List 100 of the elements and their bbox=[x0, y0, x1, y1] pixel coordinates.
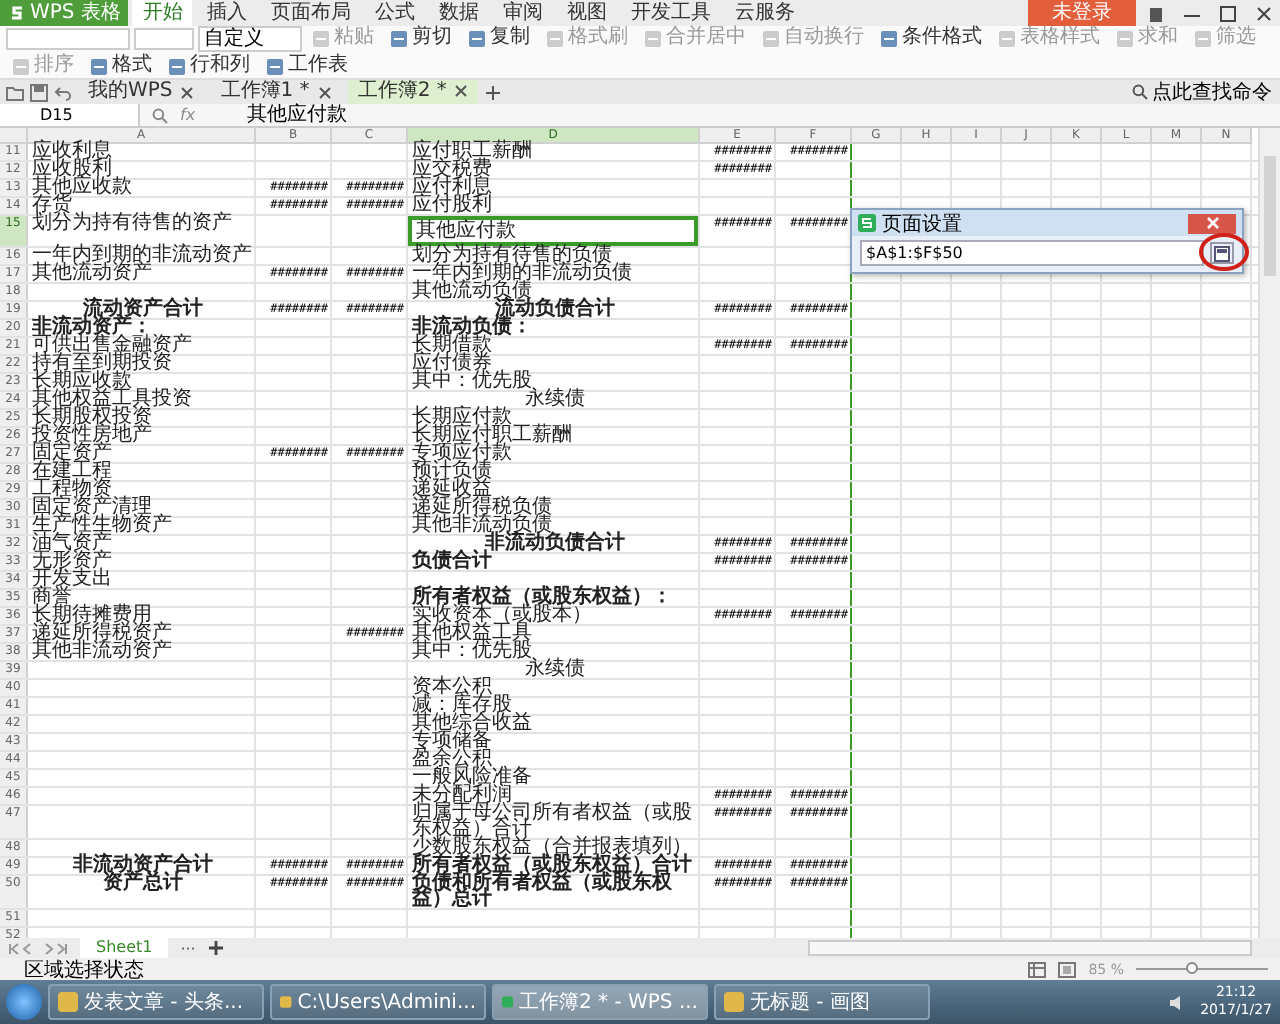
command-search-field[interactable]: 点此查找命令 bbox=[1132, 78, 1280, 106]
table-cell-text: 负债合计 bbox=[410, 554, 492, 570]
table-cell-text: 长期待摊费用 bbox=[30, 608, 153, 624]
name-box[interactable]: D15 bbox=[0, 104, 140, 126]
menu-tab[interactable]: 视图 bbox=[556, 0, 617, 26]
folder-icon[interactable] bbox=[6, 83, 24, 101]
table-cell-text: 其中：优先股 bbox=[410, 374, 532, 390]
table-cell-text: 长期应收款 bbox=[30, 374, 132, 390]
close-icon[interactable] bbox=[454, 84, 469, 98]
add-tab-icon[interactable] bbox=[484, 83, 503, 101]
font-size-field[interactable] bbox=[134, 28, 194, 50]
table-cell-text: 减：库存股 bbox=[410, 698, 512, 714]
table-cell-text: 应付职工薪酬 bbox=[410, 144, 534, 160]
table-cell-text: 其他综合收益 bbox=[410, 716, 534, 732]
table-cell-text: 其他权益工具投资 bbox=[30, 392, 194, 408]
menu-tab[interactable]: 开发工具 bbox=[620, 0, 721, 26]
menu-tab[interactable]: 公式 bbox=[364, 0, 425, 26]
table-cell-text: 归属于母公司所有者权益（或股东权益）合计 bbox=[410, 806, 694, 838]
table-cell-text: 其他流动负债 bbox=[410, 284, 532, 300]
highlight-circle bbox=[1198, 232, 1250, 272]
table-cell-text: 一年内到期的非流动资产 bbox=[30, 248, 254, 264]
search-icon bbox=[1132, 84, 1148, 100]
status-text: 区域选择状态 bbox=[24, 957, 144, 983]
undo-icon[interactable] bbox=[54, 83, 72, 101]
number-format-dropdown[interactable]: 自定义 bbox=[198, 26, 302, 52]
start-button[interactable] bbox=[6, 984, 42, 1020]
document-tab[interactable]: 工作簿2 * bbox=[347, 79, 479, 105]
page-view-icon[interactable] bbox=[1058, 961, 1077, 977]
function-label[interactable]: fx bbox=[180, 106, 196, 124]
expand-dialog-button[interactable] bbox=[1210, 242, 1234, 264]
menu-tab[interactable]: 插入 bbox=[196, 0, 257, 26]
table-cell-text: 投资性房地产 bbox=[30, 428, 154, 444]
table-cell-text: 开发支出 bbox=[30, 572, 114, 588]
table-cell-text: 其他非流动资产 bbox=[30, 644, 174, 660]
range-input-field[interactable]: $A$1:$F$50 bbox=[860, 240, 1204, 266]
table-cell-text: 其中：优先股 bbox=[410, 644, 532, 660]
table-cell-text: 专项应付款 bbox=[410, 446, 512, 462]
horizontal-scrollbar[interactable] bbox=[808, 940, 1252, 956]
menu-tab[interactable]: 数据 bbox=[428, 0, 489, 26]
table-cell-text: 划分为持有待售的资产 bbox=[30, 216, 234, 238]
normal-view-icon[interactable] bbox=[1028, 961, 1047, 977]
table-cell-text: 资本公积 bbox=[410, 680, 492, 696]
maximize-icon[interactable] bbox=[1218, 3, 1238, 23]
close-icon[interactable] bbox=[317, 85, 332, 99]
taskbar-item[interactable]: C:\Users\Admini... bbox=[270, 984, 486, 1020]
add-sheet-icon[interactable] bbox=[207, 940, 224, 956]
table-cell-text: 应付债券 bbox=[410, 356, 492, 372]
menu-tab[interactable]: 开始 bbox=[132, 0, 193, 26]
zoom-icon[interactable] bbox=[152, 107, 168, 123]
more-sheets-button[interactable]: ··· bbox=[180, 939, 196, 957]
close-icon[interactable] bbox=[180, 85, 195, 99]
sheet-nav-icon[interactable] bbox=[8, 941, 68, 955]
table-cell-text: 专项储备 bbox=[410, 734, 493, 750]
app-icon bbox=[724, 992, 744, 1012]
table-cell-text: 一般风险准备 bbox=[410, 770, 534, 786]
table-cell-text: 长期应付职工薪酬 bbox=[410, 428, 574, 444]
app-menu-button[interactable]: WPS 表格 bbox=[0, 0, 129, 26]
table-cell-text: 递延所得税负债 bbox=[410, 500, 554, 516]
table-cell-text: 预计负债 bbox=[410, 464, 492, 480]
ribbon-button[interactable]: 格式 bbox=[84, 54, 158, 78]
table-cell-text: 油气资产 bbox=[30, 536, 112, 552]
login-button[interactable]: 未登录 bbox=[1028, 0, 1136, 26]
dialog-title: 页面设置 bbox=[882, 211, 962, 237]
ribbon-button[interactable]: 条件格式 bbox=[874, 26, 988, 50]
menu-tab[interactable]: 页面布局 bbox=[260, 0, 361, 26]
font-name-field[interactable] bbox=[6, 28, 130, 50]
close-button[interactable] bbox=[1188, 213, 1236, 233]
close-icon bbox=[1205, 216, 1219, 230]
table-cell-text: 应付利息 bbox=[410, 180, 494, 196]
app-icon bbox=[280, 992, 292, 1012]
table-cell-text: 长期借款 bbox=[410, 338, 492, 354]
table-cell-text: 永续债 bbox=[525, 662, 587, 678]
taskbar-item[interactable]: 发表文章 - 头条... bbox=[48, 984, 264, 1020]
ribbon-button[interactable]: 行和列 bbox=[162, 54, 256, 78]
table-cell-text: 长期应付款 bbox=[410, 410, 512, 426]
taskbar-item[interactable]: 工作簿2 * - WPS ... bbox=[492, 984, 708, 1020]
table-cell-text: 未分配利润 bbox=[410, 788, 512, 804]
sheet-tab[interactable]: Sheet1 bbox=[80, 938, 169, 958]
table-cell-text: 持有至到期投资 bbox=[30, 356, 173, 372]
table-cell-text: 应收利息 bbox=[30, 144, 114, 160]
table-cell-text: 固定资产清理 bbox=[30, 500, 153, 516]
formula-input[interactable]: 其他应付款 bbox=[207, 104, 1280, 126]
document-tab[interactable]: 工作簿1 * bbox=[210, 80, 342, 104]
table-cell-text: 其他权益工具 bbox=[410, 626, 532, 642]
table-cell-text: 应交税费 bbox=[410, 162, 492, 178]
ribbon-button[interactable]: 工作表 bbox=[260, 54, 354, 78]
menu-tab[interactable]: 审阅 bbox=[492, 0, 553, 26]
table-cell-text: 递延收益 bbox=[410, 482, 492, 498]
close-icon[interactable] bbox=[1254, 3, 1274, 23]
vertical-scrollbar[interactable] bbox=[1258, 128, 1280, 938]
ribbon-button[interactable]: 剪切 bbox=[384, 26, 458, 50]
table-cell-text: 生产性生物资产 bbox=[30, 518, 174, 534]
document-tab[interactable]: 我的WPS bbox=[78, 80, 205, 104]
save-icon[interactable] bbox=[30, 83, 48, 101]
menu-tab[interactable]: 云服务 bbox=[724, 0, 805, 26]
table-cell: 其他应付款 bbox=[410, 218, 696, 244]
app-icon bbox=[58, 992, 78, 1012]
table-cell-text: 划分为持有待售的负债 bbox=[410, 248, 612, 264]
taskbar-item[interactable]: 无标题 - 画图 bbox=[714, 984, 930, 1020]
ribbon-button[interactable]: 复制 bbox=[462, 26, 536, 50]
